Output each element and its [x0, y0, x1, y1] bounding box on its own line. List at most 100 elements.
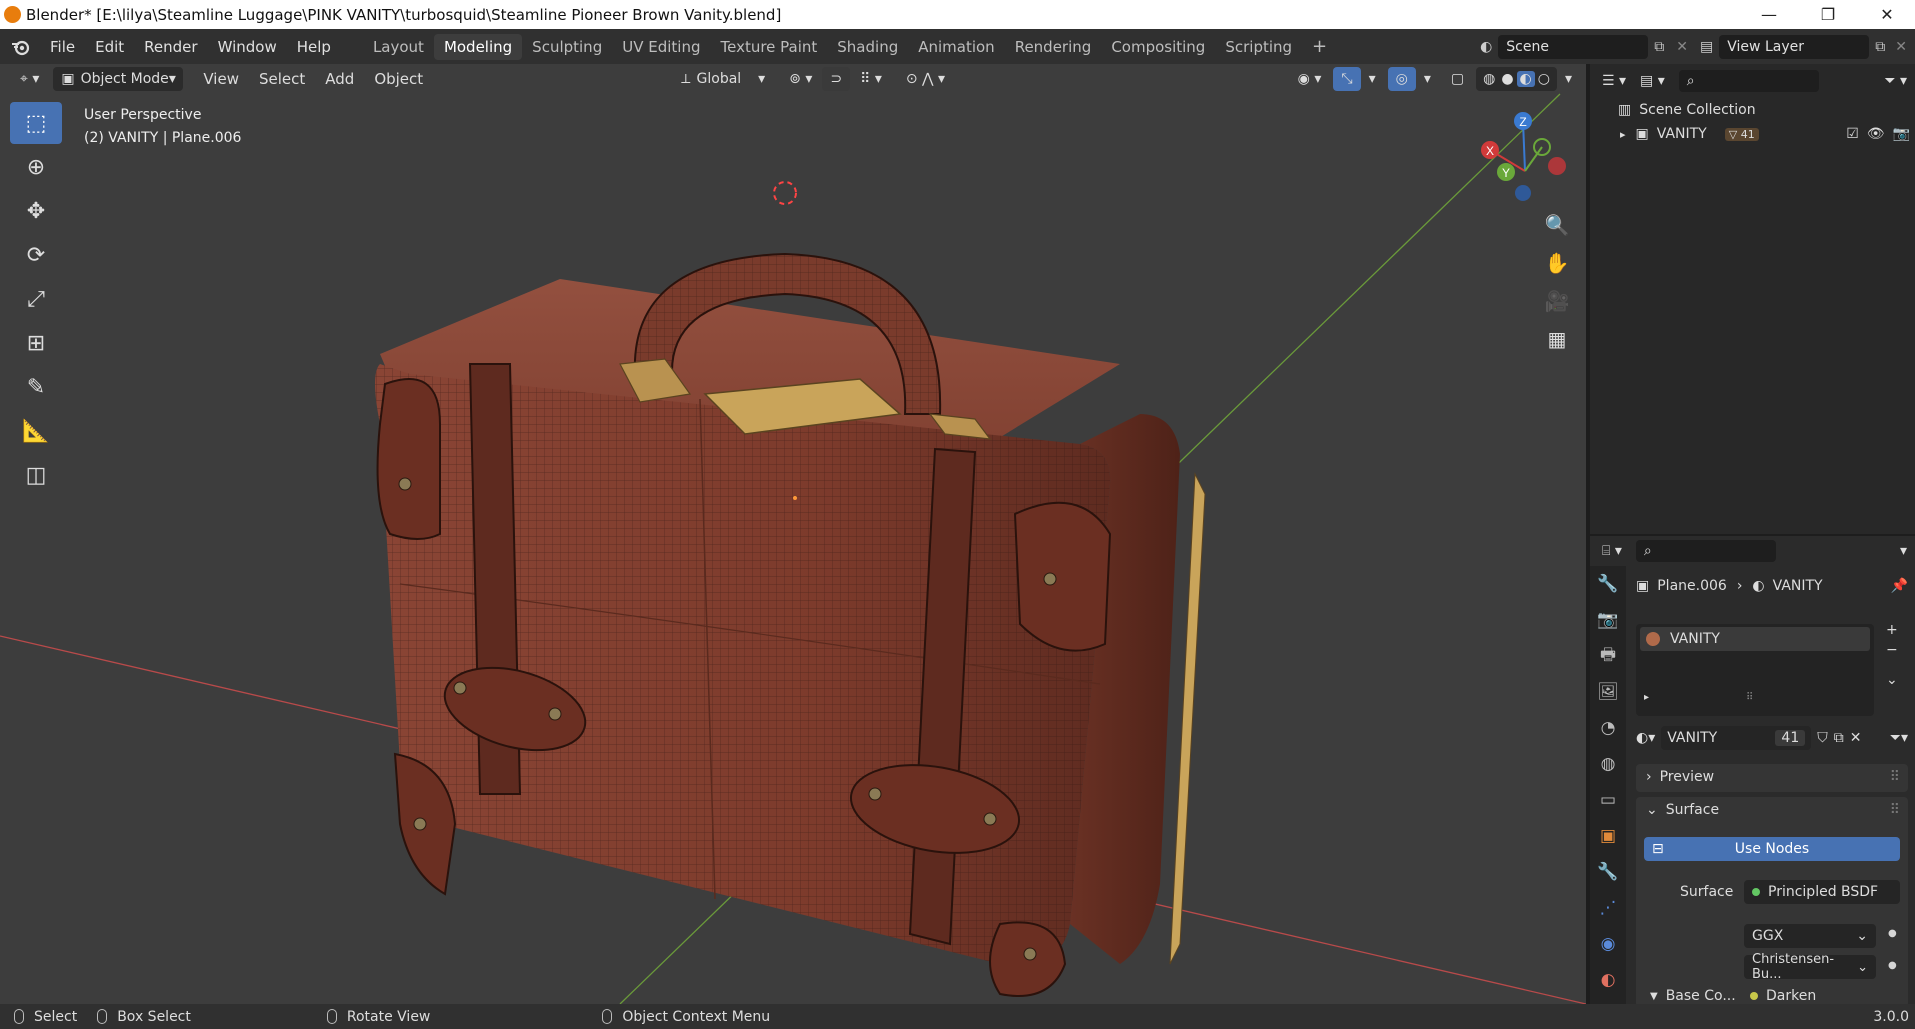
- menu-view[interactable]: View: [193, 70, 249, 88]
- transform-tool-icon[interactable]: ⊞: [10, 322, 62, 364]
- tab-rendering[interactable]: Rendering: [1005, 34, 1102, 60]
- overlays-toggle-icon[interactable]: ◎: [1387, 67, 1416, 91]
- outliner-editor-icon[interactable]: ☰ ▾: [1602, 73, 1626, 89]
- xray-icon[interactable]: ▢: [1443, 67, 1472, 91]
- output-tab-icon[interactable]: 🖶: [1590, 638, 1626, 674]
- view-layer-selector[interactable]: View Layer: [1719, 34, 1870, 59]
- rendered-shading-icon[interactable]: ○: [1535, 71, 1553, 87]
- scene-new-icon[interactable]: ⧉: [1648, 39, 1670, 55]
- tab-animation[interactable]: Animation: [908, 34, 1004, 60]
- physics-tab-icon[interactable]: ◉: [1590, 926, 1626, 962]
- drag-handle-icon[interactable]: ⠿: [1890, 769, 1900, 785]
- gizmo-toggle-icon[interactable]: ⤡: [1333, 67, 1361, 91]
- chevron-down-icon[interactable]: ▾: [1900, 543, 1907, 559]
- proportional-edit-icon[interactable]: ⊙ ⋀ ▾: [898, 67, 953, 91]
- navigation-gizmo[interactable]: Z X Y: [1475, 105, 1585, 205]
- scene-browse-icon[interactable]: ◐: [1474, 39, 1498, 55]
- transform-orientation[interactable]: ⟂ Global ▾: [673, 67, 773, 91]
- solid-shading-icon[interactable]: ●: [1498, 71, 1516, 87]
- menu-object[interactable]: Object: [364, 70, 433, 88]
- filter-icon[interactable]: ⏷ ▾: [1884, 73, 1907, 89]
- scene-selector[interactable]: Scene: [1498, 34, 1649, 59]
- select-box-tool-icon[interactable]: ⬚: [10, 102, 62, 144]
- menu-help[interactable]: Help: [287, 38, 341, 56]
- slot-menu-button[interactable]: ⌄: [1886, 672, 1898, 688]
- close-button[interactable]: ✕: [1858, 0, 1915, 29]
- tab-texture-paint[interactable]: Texture Paint: [710, 34, 827, 60]
- wireframe-shading-icon[interactable]: ◍: [1480, 71, 1498, 87]
- outliner-search-input[interactable]: ⌕: [1678, 70, 1819, 92]
- scene-tab-icon[interactable]: ◔: [1590, 710, 1626, 746]
- expand-arrow-icon[interactable]: ▸: [1620, 128, 1626, 141]
- drag-handle-icon[interactable]: ⠿: [1890, 802, 1900, 818]
- keyframe-dot-icon[interactable]: ●: [1888, 928, 1897, 939]
- move-tool-icon[interactable]: ✥: [10, 190, 62, 232]
- tab-modeling[interactable]: Modeling: [433, 33, 523, 60]
- remove-slot-button[interactable]: −: [1886, 642, 1898, 658]
- menu-render[interactable]: Render: [134, 38, 207, 56]
- world-tab-icon[interactable]: ◍: [1590, 746, 1626, 782]
- gizmo-dropdown-icon[interactable]: ▾: [1361, 67, 1384, 91]
- menu-file[interactable]: File: [40, 38, 85, 56]
- render-camera-icon[interactable]: 📷: [1893, 126, 1910, 142]
- resize-handle-icon[interactable]: ⠿: [1746, 692, 1753, 703]
- pivot-point-icon[interactable]: ⊚ ▾: [781, 67, 820, 91]
- collection-tab-icon[interactable]: ▭: [1590, 782, 1626, 818]
- editor-type-icon[interactable]: ⌖ ▾: [12, 67, 47, 91]
- surface-shader-field[interactable]: Principled BSDF: [1744, 880, 1900, 904]
- properties-editor-icon[interactable]: ⌸ ▾: [1602, 543, 1622, 559]
- base-color-field[interactable]: Darken: [1750, 988, 1816, 1004]
- modifier-tab-icon[interactable]: 🔧: [1590, 854, 1626, 890]
- view-layer-browse-icon[interactable]: ▤: [1694, 39, 1719, 55]
- duplicate-material-icon[interactable]: ⧉: [1834, 730, 1844, 746]
- distribution-dropdown[interactable]: GGX ⌄: [1744, 924, 1876, 948]
- snap-icon[interactable]: ⊃: [822, 67, 851, 91]
- scene-collection-row[interactable]: ▥ Scene Collection: [1618, 102, 1756, 118]
- zoom-icon[interactable]: 🔍: [1540, 208, 1574, 242]
- material-shading-icon[interactable]: ◐: [1516, 71, 1535, 87]
- render-tab-icon[interactable]: 📷: [1590, 602, 1626, 638]
- tab-compositing[interactable]: Compositing: [1101, 34, 1215, 60]
- outliner-item-vanity[interactable]: ▸ ▣ VANITY ▽ 41 ☑ 👁 📷: [1620, 126, 1910, 142]
- subsurface-method-dropdown[interactable]: Christensen-Bu... ⌄: [1744, 952, 1876, 982]
- scene-delete-icon[interactable]: ✕: [1670, 39, 1694, 55]
- visibility-eye-icon[interactable]: 👁: [1867, 126, 1885, 142]
- object-tab-icon[interactable]: ▣: [1590, 818, 1626, 854]
- pin-icon[interactable]: 📌: [1891, 578, 1908, 594]
- add-cube-tool-icon[interactable]: ◫: [10, 454, 62, 496]
- shading-dropdown-icon[interactable]: ▾: [1557, 67, 1580, 91]
- menu-window[interactable]: Window: [208, 38, 287, 56]
- fake-user-shield-icon[interactable]: ⛉: [1817, 730, 1828, 746]
- unlink-material-icon[interactable]: ✕: [1850, 730, 1862, 746]
- expand-arrow-icon[interactable]: ▸: [1644, 692, 1649, 703]
- view-layer-new-icon[interactable]: ⧉: [1869, 39, 1891, 55]
- cursor-tool-icon[interactable]: ⊕: [10, 146, 62, 188]
- menu-edit[interactable]: Edit: [85, 38, 134, 56]
- overlays-dropdown-icon[interactable]: ▾: [1416, 67, 1439, 91]
- add-workspace-button[interactable]: +: [1302, 32, 1337, 61]
- material-slot-item[interactable]: VANITY: [1640, 627, 1870, 651]
- material-tab-icon[interactable]: ◐: [1590, 962, 1626, 998]
- display-mode-icon[interactable]: ▤ ▾: [1640, 73, 1665, 89]
- properties-search-input[interactable]: ⌕: [1635, 540, 1776, 562]
- restore-button[interactable]: ❐: [1799, 0, 1857, 29]
- material-name-field[interactable]: VANITY 41: [1661, 726, 1812, 750]
- mode-selector[interactable]: ▣ Object Mode ▾: [53, 67, 184, 91]
- view-layer-tab-icon[interactable]: 🖼: [1590, 674, 1626, 710]
- tab-shading[interactable]: Shading: [827, 34, 908, 60]
- visibility-icon[interactable]: ◉ ▾: [1290, 67, 1330, 91]
- material-browse-icon[interactable]: ◐▾: [1636, 730, 1655, 746]
- tab-uv-editing[interactable]: UV Editing: [612, 34, 710, 60]
- view-layer-delete-icon[interactable]: ✕: [1891, 39, 1915, 55]
- preview-panel-header[interactable]: › Preview ⠿: [1636, 764, 1908, 792]
- surface-panel-header[interactable]: ⌄ Surface ⠿: [1646, 802, 1900, 818]
- blender-menu-icon[interactable]: [0, 38, 40, 56]
- ortho-grid-icon[interactable]: ▦: [1540, 322, 1574, 356]
- 3d-viewport[interactable]: [0, 64, 1586, 1004]
- camera-view-icon[interactable]: 🎥: [1540, 284, 1574, 318]
- material-users-count[interactable]: 41: [1775, 730, 1806, 746]
- rotate-tool-icon[interactable]: ⟳: [10, 234, 62, 276]
- annotate-tool-icon[interactable]: ✎: [10, 366, 62, 408]
- menu-select[interactable]: Select: [249, 70, 315, 88]
- tool-tab-icon[interactable]: 🔧: [1590, 566, 1626, 602]
